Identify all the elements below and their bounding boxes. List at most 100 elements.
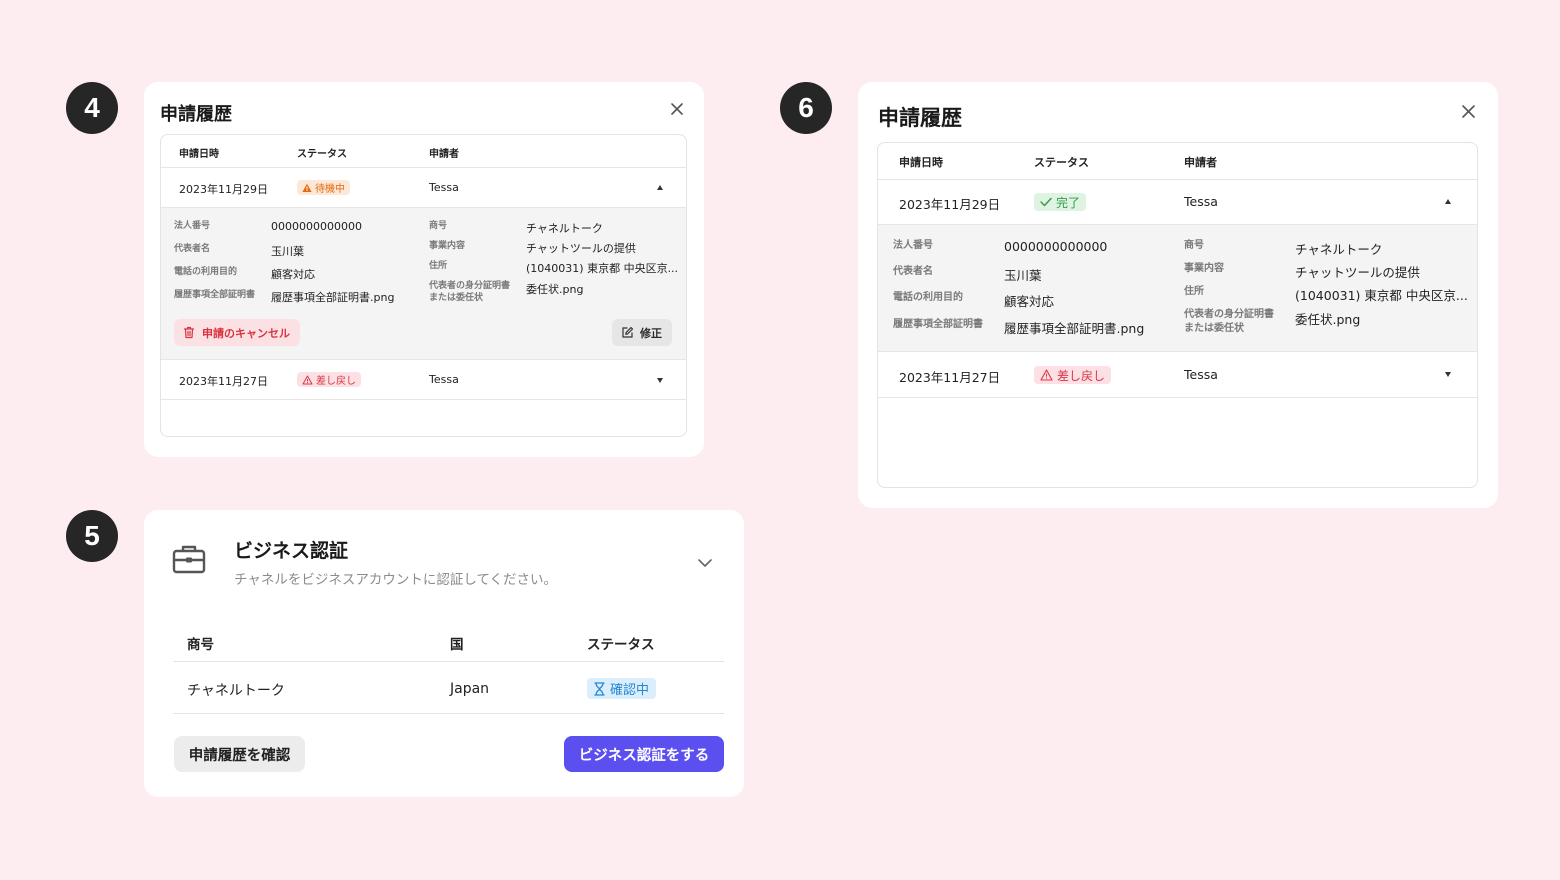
step-marker-5: 5: [66, 510, 118, 562]
check-icon: [1040, 197, 1052, 207]
detail-label: 事業内容: [429, 241, 466, 251]
status-badge: 差し戻し: [297, 372, 361, 387]
row-date: 2023年11月29日: [899, 197, 1001, 212]
header-date: 申請日時: [899, 156, 943, 169]
detail-label: または委任状: [1184, 323, 1244, 334]
trash-icon: [183, 326, 195, 339]
status-text: 差し戻し: [1057, 368, 1106, 383]
table-row[interactable]: 2023年11月29日 完了 Tessa: [878, 180, 1477, 225]
detail-value: 履歴事項全部証明書.png: [271, 291, 395, 304]
header-trade-name: 商号: [187, 637, 214, 653]
history-table: 申請日時 ステータス 申請者 2023年11月29日 完了 Tessa 法人番号…: [877, 142, 1478, 488]
detail-value: 0000000000000: [1004, 239, 1108, 254]
history-modal-small: 申請履歴 申請日時 ステータス 申請者 2023年11月29日 待機中 Tess…: [144, 82, 704, 457]
status-text: 完了: [1056, 195, 1081, 210]
detail-value: 履歴事項全部証明書.png: [1004, 321, 1145, 336]
step-marker-6: 6: [780, 82, 832, 134]
row-detail-panel: 法人番号 0000000000000 代表者名 玉川葉 電話の利用目的 顧客対応…: [878, 225, 1477, 352]
detail-value: チャネルトーク: [526, 222, 603, 235]
row-applicant: Tessa: [1184, 194, 1218, 209]
detail-value: 顧客対応: [1004, 294, 1055, 309]
alert-triangle-icon: [302, 375, 313, 384]
row-applicant: Tessa: [429, 373, 459, 386]
detail-label: 住所: [1184, 286, 1204, 297]
header-status: ステータス: [297, 149, 347, 160]
status-text: 確認中: [610, 683, 650, 698]
table-row[interactable]: 2023年11月27日 差し戻し Tessa: [161, 360, 686, 400]
detail-label: 商号: [1184, 240, 1204, 251]
collapse-icon[interactable]: [657, 185, 663, 190]
detail-label: 法人番号: [174, 221, 211, 231]
row-date: 2023年11月27日: [179, 375, 268, 388]
card-title: ビジネス認証: [234, 540, 349, 562]
detail-label: 商号: [429, 221, 448, 231]
history-table: 申請日時 ステータス 申請者 2023年11月29日 待機中 Tessa 法人番…: [160, 134, 687, 437]
modal-title: 申請履歴: [878, 106, 962, 130]
close-icon[interactable]: [1461, 104, 1476, 119]
header-status: ステータス: [587, 637, 655, 653]
status-badge: 確認中: [587, 678, 657, 699]
header-applicant: 申請者: [1184, 156, 1217, 169]
step-marker-4: 4: [66, 82, 118, 134]
header-status: ステータス: [1034, 156, 1089, 169]
detail-label: 代表者名: [893, 266, 933, 277]
edit-icon: [622, 326, 634, 338]
detail-label: または委任状: [429, 293, 484, 303]
modal-title: 申請履歴: [160, 104, 232, 125]
verify-business-button[interactable]: ビジネス認証をする: [564, 736, 724, 772]
detail-label: 代表者の身分証明書: [429, 281, 511, 291]
detail-label: 事業内容: [1184, 263, 1224, 274]
detail-label: 代表者名: [174, 244, 211, 254]
detail-label: 代表者の身分証明書: [1184, 309, 1274, 320]
detail-label: 電話の利用目的: [893, 292, 963, 303]
view-history-button[interactable]: 申請履歴を確認: [174, 736, 305, 772]
row-date: 2023年11月27日: [899, 370, 1001, 385]
row-applicant: Tessa: [1184, 367, 1218, 382]
cancel-label: 申請のキャンセル: [202, 326, 290, 340]
detail-label: 履歴事項全部証明書: [174, 290, 256, 300]
edit-label: 修正: [640, 326, 662, 340]
divider: [173, 713, 724, 714]
detail-label: 履歴事項全部証明書: [893, 319, 983, 330]
chevron-down-icon[interactable]: [697, 554, 713, 567]
header-country: 国: [450, 637, 464, 653]
detail-label: 法人番号: [893, 240, 933, 251]
status-badge: 待機中: [297, 180, 350, 195]
detail-value: 顧客対応: [271, 268, 315, 281]
cancel-application-button[interactable]: 申請のキャンセル: [174, 319, 300, 346]
detail-value: 玉川葉: [271, 245, 304, 258]
row-detail-panel: 法人番号 0000000000000 代表者名 玉川葉 電話の利用目的 顧客対応…: [161, 208, 686, 360]
warning-icon: [302, 183, 312, 192]
table-row[interactable]: 2023年11月29日 待機中 Tessa: [161, 168, 686, 208]
trade-name-cell: チャネルトーク: [187, 683, 285, 699]
detail-value: 玉川葉: [1004, 268, 1042, 283]
detail-value: 委任状.png: [526, 283, 584, 296]
detail-value: 委任状.png: [1295, 312, 1361, 327]
detail-value: チャットツールの提供: [526, 242, 636, 255]
expand-icon[interactable]: [1445, 372, 1451, 377]
table-row[interactable]: 2023年11月27日 差し戻し Tessa: [878, 352, 1477, 398]
detail-value: チャネルトーク: [1295, 242, 1383, 257]
status-badge: 完了: [1034, 193, 1087, 211]
detail-label: 電話の利用目的: [174, 267, 238, 277]
card-subtitle: チャネルをビジネスアカウントに認証してください。: [234, 572, 558, 588]
detail-value: (1040031) 東京都 中央区京...: [1295, 288, 1468, 303]
expand-icon[interactable]: [657, 378, 663, 383]
table-header: 申請日時 ステータス 申請者: [161, 135, 686, 168]
header-date: 申請日時: [179, 149, 219, 160]
business-verification-card: ビジネス認証 チャネルをビジネスアカウントに認証してください。 商号 国 ステー…: [144, 510, 744, 797]
table-header: 申請日時 ステータス 申請者: [878, 143, 1477, 180]
row-applicant: Tessa: [429, 181, 459, 194]
collapse-icon[interactable]: [1445, 199, 1451, 204]
alert-triangle-icon: [1040, 369, 1053, 381]
status-badge: 差し戻し: [1034, 366, 1112, 384]
detail-label: 住所: [429, 261, 448, 271]
divider: [173, 661, 724, 662]
edit-button[interactable]: 修正: [612, 319, 672, 346]
country-cell: Japan: [450, 681, 490, 697]
status-text: 差し戻し: [316, 376, 356, 387]
status-text: 待機中: [315, 184, 345, 195]
detail-value: チャットツールの提供: [1295, 265, 1420, 280]
close-icon[interactable]: [670, 101, 684, 115]
hourglass-icon: [594, 681, 605, 696]
